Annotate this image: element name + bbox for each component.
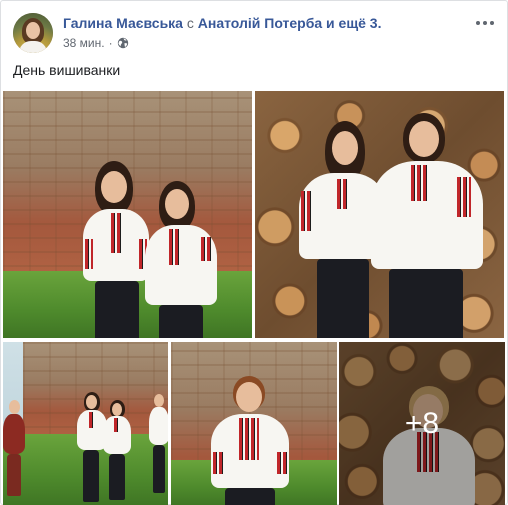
timestamp-link[interactable]: 38 мин.	[63, 36, 105, 50]
tagged-people-link[interactable]: Анатолій Потерба и ещё 3.	[198, 15, 382, 31]
photo-2[interactable]	[255, 91, 504, 338]
photo-4[interactable]	[171, 342, 337, 505]
photo-3[interactable]	[3, 342, 168, 505]
post-text: День вишиванки	[13, 62, 121, 78]
more-photos-count: +8	[404, 407, 440, 440]
more-photos-overlay[interactable]: +8	[339, 342, 505, 505]
author-avatar[interactable]	[13, 13, 53, 53]
photo-1[interactable]	[3, 91, 252, 338]
author-name-link[interactable]: Галина Маєвська	[63, 15, 183, 31]
feed-post: Галина Маєвська с Анатолій Потерба и ещё…	[0, 0, 508, 505]
globe-icon[interactable]	[117, 37, 129, 49]
with-word: с	[186, 15, 194, 31]
post-meta: 38 мин. ·	[63, 36, 129, 50]
author-line: Галина Маєвська с Анатолій Потерба и ещё…	[63, 15, 382, 31]
post-header: Галина Маєвська с Анатолій Потерба и ещё…	[13, 13, 497, 55]
ellipsis-icon[interactable]	[473, 13, 497, 33]
photo-5[interactable]: +8	[339, 342, 505, 505]
meta-separator: ·	[108, 36, 113, 50]
